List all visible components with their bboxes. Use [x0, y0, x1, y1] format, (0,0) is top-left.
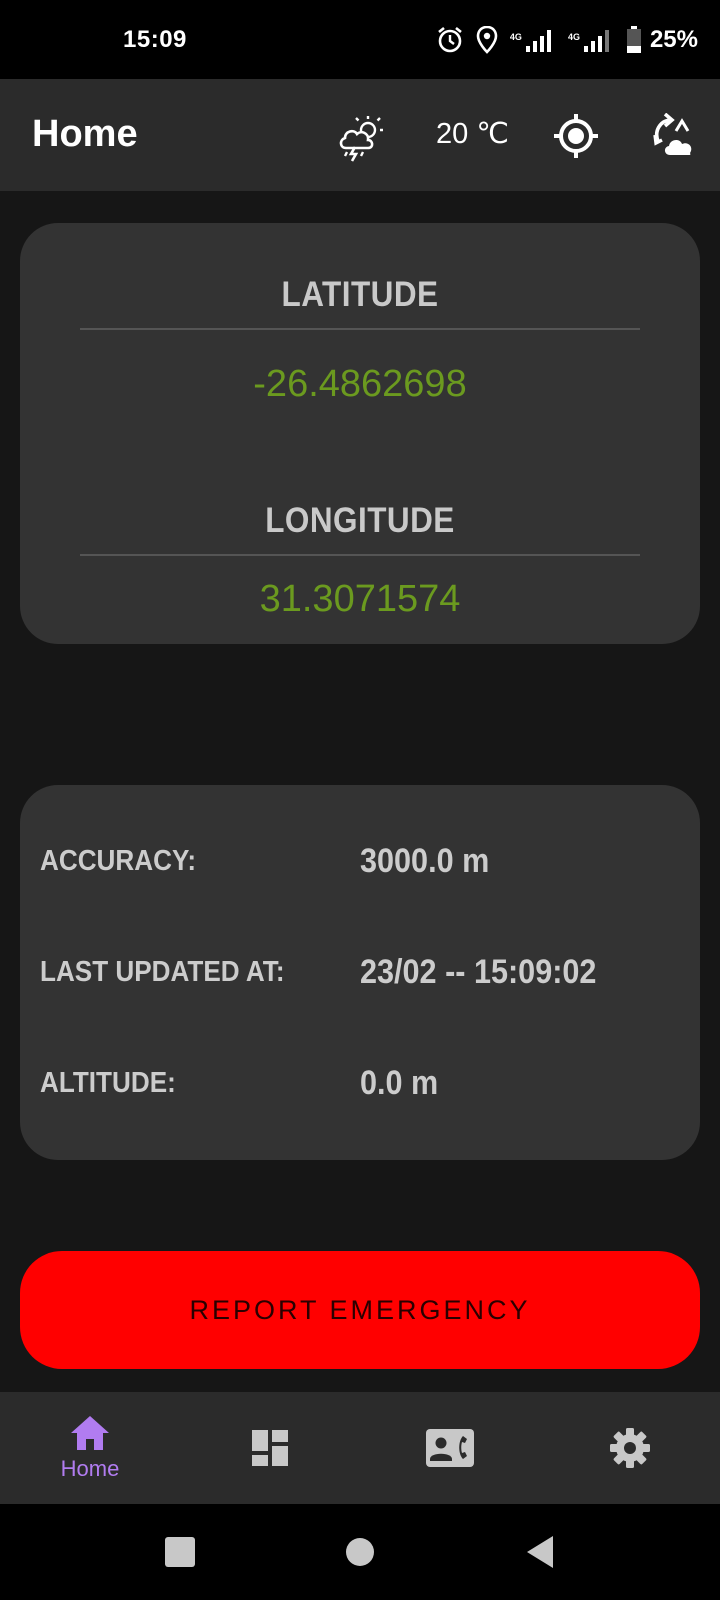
contact-phone-icon	[426, 1429, 474, 1467]
back-triangle-icon	[527, 1536, 553, 1568]
recents-button[interactable]	[140, 1504, 220, 1600]
longitude-value: 31.3071574	[259, 578, 461, 620]
nav-item-dashboard[interactable]	[180, 1392, 360, 1504]
last-updated-value: 23/02 -- 15:09:02	[360, 953, 597, 991]
dashboard-icon	[252, 1430, 288, 1466]
refresh-weather-icon[interactable]	[650, 113, 698, 159]
accuracy-label: ACCURACY:	[40, 845, 197, 877]
thunderstorm-sun-icon	[339, 116, 383, 162]
latitude-heading: LATITUDE	[281, 275, 439, 314]
report-emergency-button[interactable]: REPORT EMERGENCY	[20, 1251, 700, 1369]
home-icon	[71, 1416, 109, 1450]
divider	[80, 554, 640, 556]
alarm-icon	[438, 26, 462, 53]
page-title: Home	[32, 113, 138, 155]
back-button[interactable]	[500, 1504, 580, 1600]
temperature-reading: 20 ℃	[436, 118, 509, 150]
home-circle-icon	[346, 1538, 374, 1566]
status-bar: 15:09 4G 4G 25%	[0, 0, 720, 79]
network-type-label: 4G	[509, 32, 522, 42]
bottom-navigation: Home	[0, 1392, 720, 1504]
status-icons: 4G 4G 25%	[436, 22, 698, 58]
signal-icon	[525, 30, 551, 52]
latitude-value: -26.4862698	[253, 363, 467, 405]
app-bar: Home 20 ℃	[0, 79, 720, 191]
nav-item-contacts[interactable]	[360, 1392, 540, 1504]
settings-gear-icon	[610, 1428, 650, 1468]
location-pin-icon	[476, 26, 498, 54]
signal-strength-2: 4G	[568, 28, 614, 52]
gps-target-icon[interactable]	[552, 112, 600, 160]
battery-percentage: 25%	[649, 26, 698, 53]
battery-icon	[626, 26, 641, 53]
longitude-heading: LONGITUDE	[265, 501, 455, 540]
nav-label-home: Home	[60, 1456, 120, 1481]
system-navigation-bar	[0, 1504, 720, 1600]
last-updated-label: LAST UPDATED AT:	[40, 956, 285, 988]
accuracy-value: 3000.0 m	[360, 842, 490, 880]
network-type-label: 4G	[567, 32, 580, 42]
status-time: 15:09	[123, 26, 187, 53]
recents-square-icon	[165, 1537, 195, 1567]
report-emergency-label: REPORT EMERGENCY	[189, 1294, 531, 1325]
altitude-label: ALTITUDE:	[40, 1067, 176, 1099]
home-system-button[interactable]	[320, 1504, 400, 1600]
nav-item-home[interactable]: Home	[0, 1392, 180, 1504]
signal-icon	[583, 30, 609, 52]
coordinates-card: LATITUDE -26.4862698 LONGITUDE 31.307157…	[20, 223, 700, 644]
location-details-card: ACCURACY: 3000.0 m LAST UPDATED AT: 23/0…	[20, 785, 700, 1160]
altitude-value: 0.0 m	[360, 1064, 439, 1102]
nav-item-settings[interactable]	[540, 1392, 720, 1504]
signal-strength-1: 4G	[510, 28, 556, 52]
divider	[80, 328, 640, 330]
